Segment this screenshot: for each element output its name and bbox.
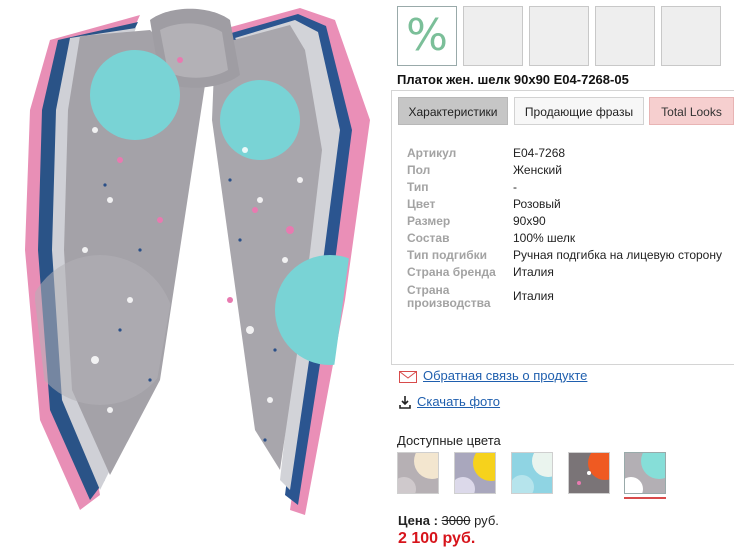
- product-title: Платок жен. шелк 90х90 E04-7268-05: [397, 72, 629, 87]
- tab-selling-phrases[interactable]: Продающие фразы: [514, 97, 644, 125]
- old-price-currency: руб.: [474, 513, 499, 528]
- selected-swatch-indicator: [624, 497, 666, 499]
- spec-row: Страна производства Италия: [407, 281, 734, 311]
- thumbnail[interactable]: [661, 6, 721, 66]
- spec-row: Цвет Розовый: [407, 196, 734, 213]
- spec-label: Цвет: [407, 197, 436, 211]
- spec-row: Пол Женский: [407, 162, 734, 179]
- spec-label: Тип: [407, 180, 429, 194]
- tab-characteristics[interactable]: Характеристики: [398, 97, 508, 125]
- spec-label: Страна бренда: [407, 265, 496, 279]
- spec-label: Размер: [407, 214, 451, 228]
- color-swatch[interactable]: [397, 452, 439, 494]
- spec-label: Пол: [407, 163, 431, 177]
- spec-value: 100% шелк: [513, 231, 576, 245]
- spec-value: Женский: [513, 163, 562, 177]
- color-swatch[interactable]: [454, 452, 496, 494]
- swatch-image: [569, 453, 609, 493]
- download-icon: [399, 396, 411, 409]
- price-line: Цена : 3000 руб.: [398, 513, 499, 528]
- swatch-image: [455, 453, 495, 493]
- spec-label: Страна производства: [407, 283, 491, 310]
- percent-icon: %: [406, 10, 448, 61]
- color-swatch-selected[interactable]: [624, 452, 666, 494]
- spec-row: Тип подгибки Ручная подгибка на лицевую …: [407, 247, 734, 264]
- product-details-panel: Характеристики Продающие фразы Total Loo…: [391, 90, 734, 365]
- spec-value: -: [513, 180, 517, 194]
- thumbnail[interactable]: [595, 6, 655, 66]
- spec-label: Состав: [407, 231, 450, 245]
- spec-value: Италия: [513, 265, 554, 279]
- spec-value: E04-7268: [513, 146, 566, 160]
- download-photo-label: Скачать фото: [417, 394, 501, 409]
- feedback-link-label: Обратная связь о продукте: [423, 368, 588, 383]
- swatch-image: [512, 453, 552, 493]
- spec-row: Тип -: [407, 179, 734, 196]
- spec-value: Италия: [513, 288, 554, 303]
- spec-value: 90х90: [513, 214, 546, 228]
- specs-table: Артикул E04-7268 Пол Женский Тип - Цвет …: [407, 145, 734, 311]
- download-photo-link[interactable]: Скачать фото: [399, 394, 500, 409]
- spec-value: Ручная подгибка на лицевую сторону: [513, 248, 722, 262]
- thumbnail[interactable]: [463, 6, 523, 66]
- color-swatch[interactable]: [511, 452, 553, 494]
- spec-label: Тип подгибки: [407, 248, 488, 262]
- old-price: 3000: [441, 513, 471, 528]
- thumbnail-discount[interactable]: %: [397, 6, 457, 66]
- thumbnail[interactable]: [529, 6, 589, 66]
- swatch-image: [625, 453, 665, 493]
- spec-label: Артикул: [407, 146, 457, 160]
- thumbnail-strip: %: [397, 6, 727, 68]
- spec-row: Страна бренда Италия: [407, 264, 734, 281]
- spec-row: Размер 90х90: [407, 213, 734, 230]
- swatch-image: [398, 453, 438, 493]
- spec-row: Состав 100% шелк: [407, 230, 734, 247]
- price-label: Цена :: [398, 513, 438, 528]
- envelope-icon: [399, 370, 417, 383]
- spec-value: Розовый: [513, 197, 561, 211]
- spec-row: Артикул E04-7268: [407, 145, 734, 162]
- tab-total-looks[interactable]: Total Looks: [649, 97, 734, 125]
- product-image: [25, 8, 370, 515]
- new-price: 2 100 руб.: [398, 530, 476, 547]
- available-colors-title: Доступные цвета: [397, 433, 501, 448]
- color-swatch[interactable]: [568, 452, 610, 494]
- feedback-link[interactable]: Обратная связь о продукте: [399, 368, 587, 383]
